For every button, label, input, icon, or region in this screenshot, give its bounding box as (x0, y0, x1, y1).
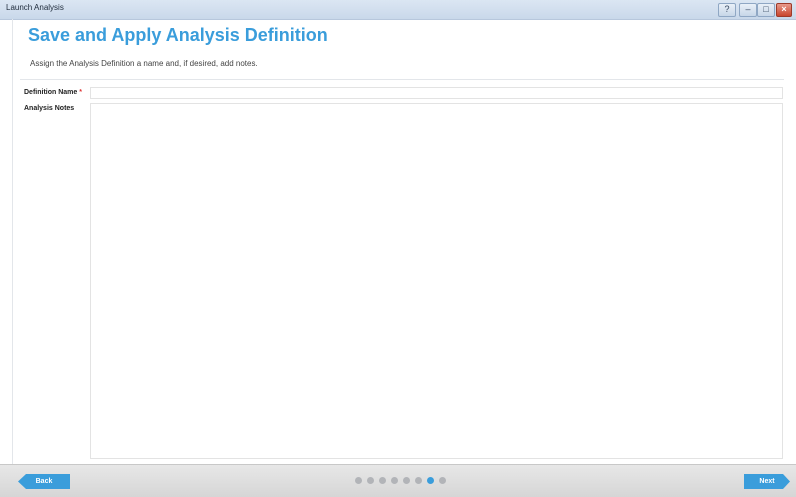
help-icon: ? (724, 4, 730, 14)
minimize-button[interactable]: – (739, 3, 757, 17)
title-bar: Launch Analysis ? – □ × (0, 0, 796, 20)
definition-name-label-text: Definition Name (24, 89, 78, 96)
maximize-icon: □ (763, 4, 769, 14)
maximize-button[interactable]: □ (757, 3, 775, 17)
step-indicator (355, 477, 451, 487)
help-button[interactable]: ? (718, 3, 736, 17)
header-divider (20, 79, 784, 80)
close-icon: × (781, 4, 787, 14)
minimize-icon: – (745, 4, 751, 14)
step-dot (379, 477, 386, 484)
analysis-notes-label: Analysis Notes (24, 105, 75, 112)
step-dot (355, 477, 362, 484)
definition-name-input[interactable] (90, 87, 783, 99)
step-dot-active (427, 477, 434, 484)
left-border (12, 19, 13, 464)
step-dot (403, 477, 410, 484)
back-button[interactable]: Back (18, 474, 70, 489)
close-button[interactable]: × (776, 3, 792, 17)
step-dot (367, 477, 374, 484)
required-marker: * (79, 89, 83, 96)
analysis-notes-textarea[interactable] (90, 103, 783, 459)
step-dot (439, 477, 446, 484)
next-button[interactable]: Next (744, 474, 790, 489)
step-dot (415, 477, 422, 484)
step-dot (391, 477, 398, 484)
definition-name-label: Definition Name * (24, 89, 82, 96)
page-subtitle: Assign the Analysis Definition a name an… (30, 59, 258, 68)
page-title: Save and Apply Analysis Definition (28, 25, 328, 45)
window-title: Launch Analysis (6, 3, 64, 12)
